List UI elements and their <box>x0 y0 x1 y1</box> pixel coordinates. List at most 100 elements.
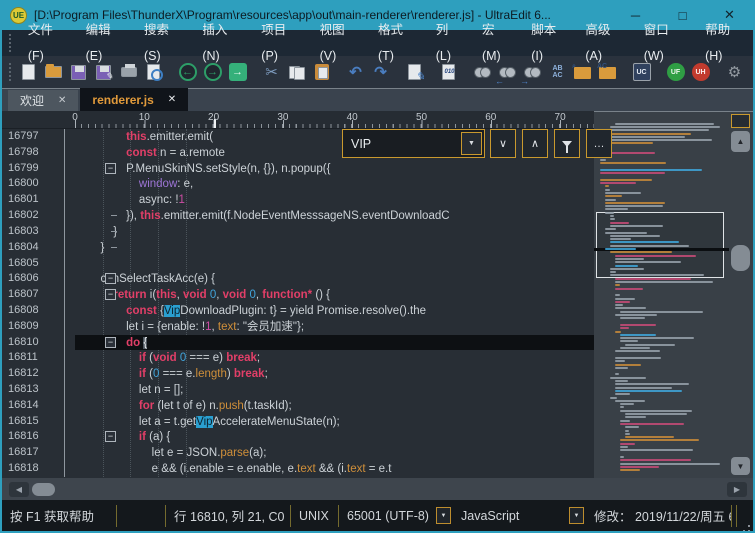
line-number[interactable]: 16800 <box>2 176 48 192</box>
replace-in-files-icon[interactable]: AC <box>595 59 620 85</box>
scroll-down-button[interactable]: ▼ <box>731 457 750 475</box>
code-line-16805[interactable]: 16805 <box>2 256 594 272</box>
tab-welcome-close-icon[interactable]: ✕ <box>58 95 66 106</box>
copy-icon[interactable] <box>284 59 309 85</box>
find-icon[interactable] <box>470 59 495 85</box>
code-line-16800[interactable]: 16800 window: e, <box>2 176 594 192</box>
ultrafinder-icon[interactable]: UF <box>663 59 688 85</box>
line-number[interactable]: 16816 <box>2 429 48 445</box>
line-number[interactable]: 16808 <box>2 303 48 319</box>
scroll-left-button[interactable]: ◀ <box>9 482 29 497</box>
line-number[interactable]: 16807 <box>2 287 48 303</box>
redo-icon[interactable]: ↷ <box>368 59 393 85</box>
encoding-dropdown-button[interactable]: ▼ <box>436 507 451 524</box>
status-encoding[interactable]: 65001 (UTF-8) <box>339 509 434 523</box>
fold-collapse-icon[interactable]: − <box>105 337 116 348</box>
code-line-16812[interactable]: 16812 if (0 === e.length) break; <box>2 366 594 382</box>
open-file-icon[interactable] <box>41 59 66 85</box>
line-number[interactable]: 16806 <box>2 271 48 287</box>
line-number[interactable]: 16814 <box>2 398 48 414</box>
tab-renderer-js[interactable]: renderer.js✕ <box>80 88 188 111</box>
scroll-right-button[interactable]: ▶ <box>727 482 747 497</box>
search-more-button[interactable]: … <box>586 129 612 158</box>
code-line-16816[interactable]: 16816− if (a) { <box>2 429 594 445</box>
settings-icon[interactable]: ⚙ <box>722 59 747 85</box>
resize-grip[interactable] <box>737 500 753 531</box>
scroll-up-button[interactable]: ▲ <box>731 131 750 152</box>
search-filter-button[interactable] <box>554 129 580 158</box>
search-history-dropdown-icon[interactable]: ▼ <box>461 132 482 155</box>
line-number[interactable]: 16805 <box>2 256 48 272</box>
line-number[interactable]: 16798 <box>2 145 48 161</box>
print-preview-icon[interactable] <box>141 59 166 85</box>
line-number[interactable]: 16799 <box>2 161 48 177</box>
horizontal-scrollbar[interactable]: ◀ ▶ <box>2 478 753 500</box>
code-line-16817[interactable]: 16817 let e = JSON.parse(a); <box>2 445 594 461</box>
code-line-16804[interactable]: 16804 } <box>2 240 594 256</box>
save-as-icon[interactable] <box>91 59 116 85</box>
fold-collapse-icon[interactable]: − <box>105 163 116 174</box>
line-number[interactable]: 16797 <box>2 129 48 145</box>
tab-bar: 欢迎✕renderer.js✕ <box>2 88 753 111</box>
undo-icon[interactable]: ↶ <box>343 59 368 85</box>
horizontal-scrollbar-thumb[interactable] <box>32 483 55 496</box>
line-number[interactable]: 16809 <box>2 319 48 335</box>
fold-collapse-icon[interactable]: − <box>105 289 116 300</box>
vertical-scrollbar-thumb[interactable] <box>731 245 750 271</box>
fold-collapse-icon[interactable]: − <box>105 431 116 442</box>
hex-mode-icon[interactable] <box>436 59 461 85</box>
save-icon[interactable] <box>66 59 91 85</box>
code-line-16810[interactable]: 16810− do { <box>2 335 594 351</box>
line-number[interactable]: 16813 <box>2 382 48 398</box>
line-number[interactable]: 16818 <box>2 461 48 477</box>
code-line-16801[interactable]: 16801 async: !1 <box>2 192 594 208</box>
code-line-16815[interactable]: 16815 let a = t.getVipAccelerateMenuStat… <box>2 414 594 430</box>
line-number[interactable]: 16803 <box>2 224 48 240</box>
minimap[interactable] <box>594 112 729 478</box>
uh-app-icon[interactable]: UH <box>688 59 713 85</box>
code-line-16808[interactable]: 16808 const {VipDownloadPlugin: t} = yie… <box>2 303 594 319</box>
code-line-16813[interactable]: 16813 let n = []; <box>2 382 594 398</box>
language-dropdown-button[interactable]: ▼ <box>569 507 584 524</box>
code-editor[interactable]: 16797 this.emitter.emit(16798 const n = … <box>2 129 594 477</box>
code-line-16809[interactable]: 16809 let i = {enable: !1, text: "会员加速"}… <box>2 319 594 335</box>
find-prev-icon[interactable]: ← <box>495 59 520 85</box>
search-prev-button[interactable]: ∧ <box>522 129 548 158</box>
line-number[interactable]: 16801 <box>2 192 48 208</box>
status-language[interactable]: JavaScript <box>453 509 567 523</box>
print-icon[interactable] <box>116 59 141 85</box>
search-input[interactable]: VIP <box>343 137 459 151</box>
line-number[interactable]: 16817 <box>2 445 48 461</box>
last-position-icon[interactable]: → <box>225 59 250 85</box>
code-line-16814[interactable]: 16814 for (let t of e) n.push(t.taskId); <box>2 398 594 414</box>
code-line-16811[interactable]: 16811 if (void 0 === e) break; <box>2 350 594 366</box>
tab-welcome[interactable]: 欢迎✕ <box>8 90 78 111</box>
line-number[interactable]: 16804 <box>2 240 48 256</box>
cut-icon[interactable]: ✂ <box>259 59 284 85</box>
ultracompare-icon[interactable]: UC <box>629 59 654 85</box>
code-line-16807[interactable]: 16807− return i(this, void 0, void 0, fu… <box>2 287 594 303</box>
back-icon[interactable]: ← <box>175 59 200 85</box>
status-line-ending[interactable]: UNIX <box>291 509 338 523</box>
line-number[interactable]: 16815 <box>2 414 48 430</box>
code-line-16802[interactable]: 16802 }), this.emitter.emit(f.NodeEventM… <box>2 208 594 224</box>
paste-icon[interactable] <box>309 59 334 85</box>
line-number[interactable]: 16810 <box>2 335 48 351</box>
line-number[interactable]: 16802 <box>2 208 48 224</box>
forward-icon[interactable]: → <box>200 59 225 85</box>
line-number[interactable]: 16812 <box>2 366 48 382</box>
code-line-16803[interactable]: 16803 } <box>2 224 594 240</box>
fold-collapse-icon[interactable]: − <box>105 273 116 284</box>
find-next-icon[interactable]: → <box>520 59 545 85</box>
tab-renderer-js-close-icon[interactable]: ✕ <box>168 94 176 105</box>
vertical-scrollbar[interactable]: ▲ ▼ <box>729 112 753 478</box>
code-line-16818[interactable]: 16818 e && (i.enable = e.enable, e.text … <box>2 461 594 477</box>
code-line-16806[interactable]: 16806− canSelectTaskAcc(e) { <box>2 271 594 287</box>
column-mode-icon[interactable] <box>402 59 427 85</box>
replace-icon[interactable]: ABAC <box>545 59 570 85</box>
search-next-button[interactable]: ∨ <box>490 129 516 158</box>
code-line-16799[interactable]: 16799− P.MenuSkinNS.setStyle(n, {}), n.p… <box>2 161 594 177</box>
line-number[interactable]: 16811 <box>2 350 48 366</box>
find-in-files-icon[interactable]: ⌕ <box>570 59 595 85</box>
new-file-icon[interactable] <box>16 59 41 85</box>
